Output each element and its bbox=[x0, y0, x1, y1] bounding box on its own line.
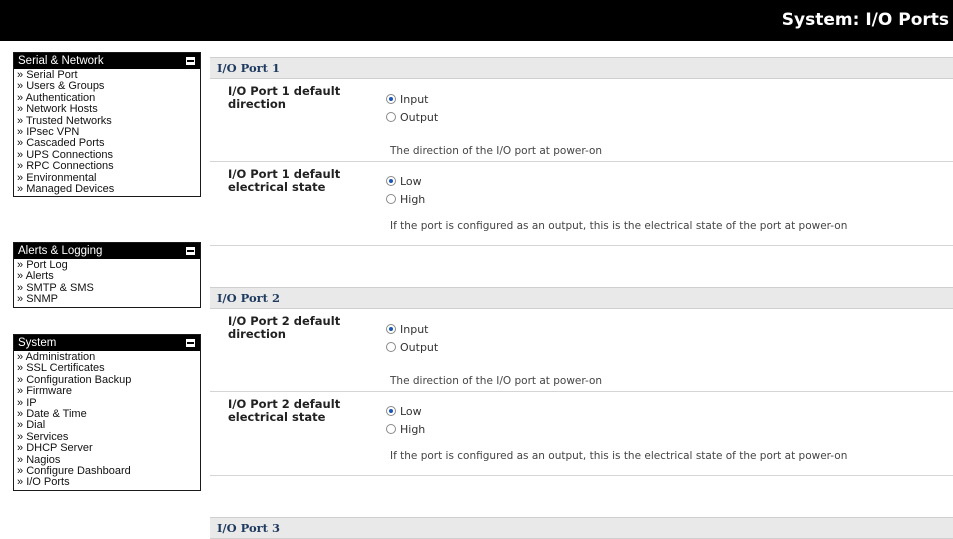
section-header-io-port-2: I/O Port 2 bbox=[210, 287, 953, 309]
sidebar-item-network-hosts[interactable]: Network Hosts bbox=[17, 103, 200, 115]
radio-label: Low bbox=[400, 405, 422, 418]
radio-label: High bbox=[400, 193, 426, 206]
collapse-icon[interactable] bbox=[186, 339, 195, 347]
collapse-icon[interactable] bbox=[186, 57, 195, 65]
radio-unselected-icon[interactable] bbox=[386, 194, 396, 204]
radio-selected-icon[interactable] bbox=[386, 406, 396, 416]
radio-option-low[interactable]: Low bbox=[386, 175, 422, 188]
setting-label: I/O Port 2 default direction bbox=[228, 314, 341, 341]
setting-row-port2-electrical-state: I/O Port 2 default electrical state Low … bbox=[210, 392, 953, 476]
setting-label: I/O Port 2 default electrical state bbox=[228, 397, 341, 424]
setting-label: I/O Port 1 default electrical state bbox=[228, 167, 341, 194]
sidebar-group-header[interactable]: System bbox=[14, 335, 200, 351]
radio-unselected-icon[interactable] bbox=[386, 424, 396, 434]
radio-option-output[interactable]: Output bbox=[386, 111, 438, 124]
sidebar-group-system: System Administration SSL Certificates C… bbox=[13, 334, 201, 491]
sidebar-group-header[interactable]: Serial & Network bbox=[14, 53, 200, 69]
setting-description: If the port is configured as an output, … bbox=[390, 220, 848, 232]
main-content: I/O Port 1 I/O Port 1 default direction … bbox=[210, 57, 953, 539]
radio-label: Low bbox=[400, 175, 422, 188]
radio-option-input[interactable]: Input bbox=[386, 93, 428, 106]
setting-row-port2-direction: I/O Port 2 default direction Input Outpu… bbox=[210, 309, 953, 392]
radio-unselected-icon[interactable] bbox=[386, 112, 396, 122]
page-title: System: I/O Ports bbox=[781, 10, 949, 30]
setting-description: The direction of the I/O port at power-o… bbox=[390, 145, 603, 157]
collapse-icon[interactable] bbox=[186, 247, 195, 255]
sidebar-item-snmp[interactable]: SNMP bbox=[17, 293, 200, 305]
section-header-io-port-3: I/O Port 3 bbox=[210, 517, 953, 539]
radio-option-low[interactable]: Low bbox=[386, 405, 422, 418]
radio-option-high[interactable]: High bbox=[386, 193, 425, 206]
top-header-bar: System: I/O Ports bbox=[0, 0, 953, 41]
radio-selected-icon[interactable] bbox=[386, 324, 396, 334]
radio-label: High bbox=[400, 423, 426, 436]
radio-label: Input bbox=[400, 93, 429, 106]
setting-description: If the port is configured as an output, … bbox=[390, 450, 848, 462]
sidebar-group-title: System bbox=[18, 337, 57, 349]
section-header-io-port-1: I/O Port 1 bbox=[210, 57, 953, 79]
sidebar-item-dhcp-server[interactable]: DHCP Server bbox=[17, 442, 200, 454]
radio-option-output[interactable]: Output bbox=[386, 341, 438, 354]
sidebar-item-rpc-connections[interactable]: RPC Connections bbox=[17, 160, 200, 172]
sidebar-group-title: Serial & Network bbox=[18, 55, 104, 67]
radio-label: Output bbox=[400, 111, 439, 124]
sidebar-item-io-ports[interactable]: I/O Ports bbox=[17, 477, 200, 489]
sidebar-group-title: Alerts & Logging bbox=[18, 245, 103, 257]
radio-option-high[interactable]: High bbox=[386, 423, 425, 436]
sidebar-item-managed-devices[interactable]: Managed Devices bbox=[17, 183, 200, 195]
radio-label: Input bbox=[400, 323, 429, 336]
sidebar-item-firmware[interactable]: Firmware bbox=[17, 385, 200, 397]
radio-unselected-icon[interactable] bbox=[386, 342, 396, 352]
radio-selected-icon[interactable] bbox=[386, 94, 396, 104]
sidebar-group-header[interactable]: Alerts & Logging bbox=[14, 243, 200, 259]
radio-label: Output bbox=[400, 341, 439, 354]
setting-description: The direction of the I/O port at power-o… bbox=[390, 375, 603, 387]
setting-row-port1-electrical-state: I/O Port 1 default electrical state Low … bbox=[210, 162, 953, 246]
setting-label: I/O Port 1 default direction bbox=[228, 84, 341, 111]
sidebar-group-alerts-logging: Alerts & Logging Port Log Alerts SMTP & … bbox=[13, 242, 201, 308]
radio-selected-icon[interactable] bbox=[386, 176, 396, 186]
setting-row-port1-direction: I/O Port 1 default direction Input Outpu… bbox=[210, 79, 953, 162]
radio-option-input[interactable]: Input bbox=[386, 323, 428, 336]
sidebar-group-serial-network: Serial & Network Serial Port Users & Gro… bbox=[13, 52, 201, 198]
